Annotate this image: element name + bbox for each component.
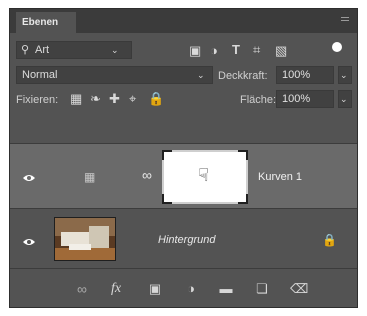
- lock-position-icon[interactable]: ✚: [109, 92, 120, 106]
- new-group-folder-icon[interactable]: ▬: [218, 281, 234, 297]
- layer-row-curves[interactable]: ▦ ∞ ☟ Kurven 1: [10, 143, 357, 209]
- new-adjustment-layer-icon[interactable]: ◑: [183, 281, 199, 297]
- fill-value: 100%: [282, 93, 311, 105]
- tab-layers[interactable]: Ebenen: [16, 12, 76, 33]
- layer-name[interactable]: Kurven 1: [258, 170, 302, 184]
- link-layers-icon[interactable]: ∞: [74, 281, 90, 297]
- prevent-autonest-icon[interactable]: ⌖: [129, 92, 136, 106]
- delete-layer-trash-icon[interactable]: ⌫: [290, 281, 308, 297]
- curves-adjustment-icon: ▦: [84, 170, 96, 184]
- layer-style-fx-icon[interactable]: fx: [108, 281, 124, 297]
- filter-kind-select[interactable]: ⚲ Art ⌄: [16, 41, 132, 59]
- mask-link-icon[interactable]: ∞: [142, 168, 152, 182]
- shape-filter-icon[interactable]: ⌗: [253, 43, 260, 57]
- fill-input[interactable]: 100%: [276, 90, 334, 108]
- layer-mask-thumbnail[interactable]: ☟: [162, 150, 248, 204]
- chevron-down-icon: ⌄: [197, 70, 205, 80]
- layer-lock-icon[interactable]: 🔒: [322, 233, 337, 247]
- layers-panel: Ebenen ⚲ Art ⌄ ▣ ◑ T ⌗ ▧ Normal ⌄ Deckkr…: [9, 8, 358, 308]
- layer-name[interactable]: Hintergrund: [158, 233, 215, 247]
- lock-row: Fixieren: ▦ ❧ ✚ ⌖ 🔒 Fläche: 100% ⌄: [10, 89, 357, 109]
- type-filter-icon[interactable]: T: [232, 43, 240, 57]
- mask-corner: [162, 194, 172, 204]
- panel-menu-icon[interactable]: [341, 17, 349, 23]
- opacity-dropdown-button[interactable]: ⌄: [338, 66, 352, 84]
- panel-tab-bar: Ebenen: [10, 9, 357, 33]
- layer-image-thumbnail[interactable]: [54, 217, 116, 261]
- lock-all-icon[interactable]: 🔒: [148, 92, 164, 106]
- mask-corner: [238, 150, 248, 160]
- opacity-value: 100%: [282, 69, 311, 81]
- lock-label: Fixieren:: [16, 94, 59, 106]
- search-icon: ⚲: [21, 44, 30, 56]
- blend-row: Normal ⌄ Deckkraft: 100% ⌄: [10, 65, 357, 85]
- layer-row-background[interactable]: Hintergrund 🔒: [10, 211, 357, 269]
- blend-mode-value: Normal: [22, 69, 58, 81]
- filter-kind-label: Art: [35, 44, 50, 56]
- filter-toggle-icon[interactable]: [330, 41, 344, 55]
- filter-row: ⚲ Art ⌄ ▣ ◑ T ⌗ ▧: [10, 39, 357, 61]
- smart-object-filter-icon[interactable]: ▧: [275, 44, 287, 58]
- mask-corner: [238, 194, 248, 204]
- hand-cursor-icon: ☟: [198, 165, 209, 185]
- blend-mode-select[interactable]: Normal ⌄: [16, 66, 213, 84]
- lock-transparent-pixels-icon[interactable]: ▦: [70, 92, 82, 106]
- adjustment-filter-icon[interactable]: ◑: [210, 44, 218, 58]
- new-layer-icon[interactable]: ❏: [254, 281, 270, 297]
- opacity-label: Deckkraft:: [218, 70, 268, 82]
- opacity-input[interactable]: 100%: [276, 66, 334, 84]
- visibility-eye-icon[interactable]: [22, 170, 36, 181]
- fill-label: Fläche:: [240, 94, 277, 106]
- lock-image-pixels-icon[interactable]: ❧: [90, 92, 101, 106]
- layers-bottom-toolbar: ∞ fx ▣ ◑ ▬ ❏ ⌫: [10, 271, 357, 307]
- fill-dropdown-button[interactable]: ⌄: [338, 90, 352, 108]
- image-filter-icon[interactable]: ▣: [189, 44, 201, 58]
- visibility-eye-icon[interactable]: [22, 234, 36, 245]
- add-mask-icon[interactable]: ▣: [147, 281, 163, 297]
- chevron-down-icon: ⌄: [340, 94, 348, 104]
- mask-corner: [162, 150, 172, 160]
- chevron-down-icon: ⌄: [111, 45, 119, 55]
- chevron-down-icon: ⌄: [340, 70, 348, 80]
